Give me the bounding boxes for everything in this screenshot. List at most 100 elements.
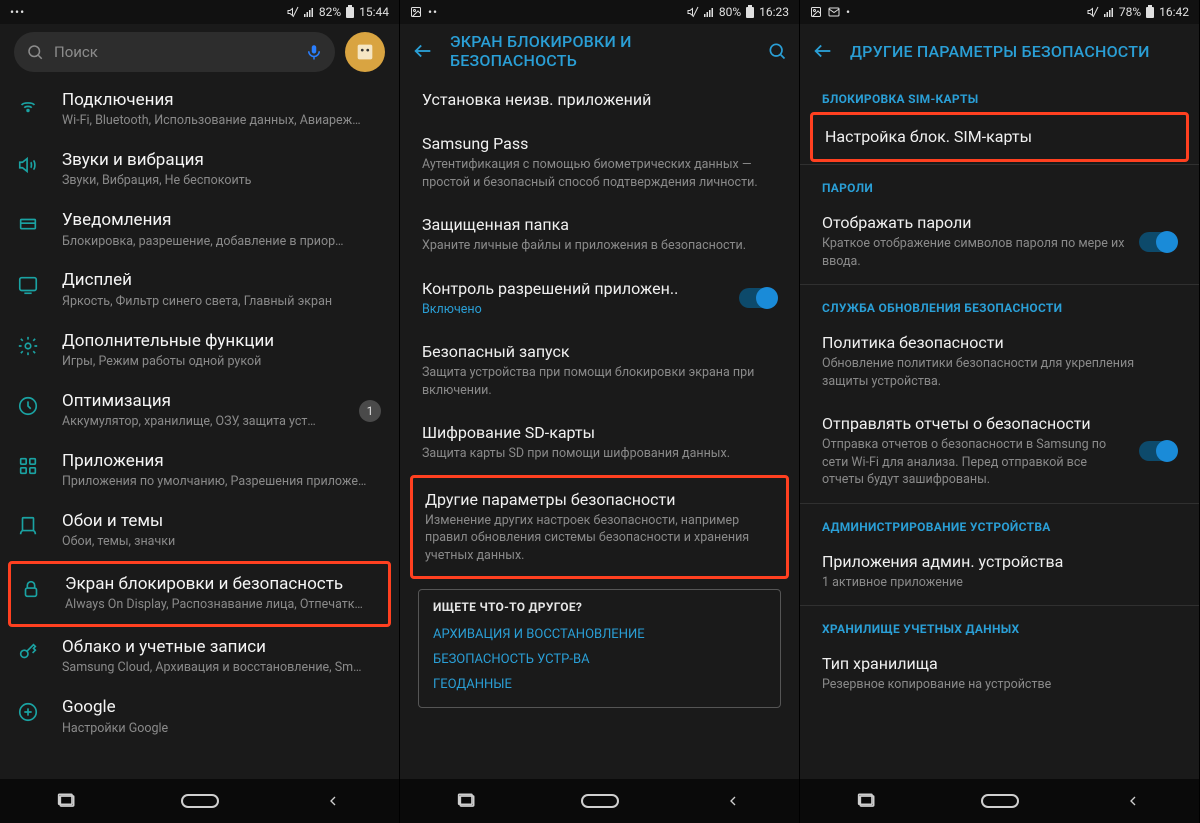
nav-bar — [400, 779, 799, 823]
settings-item[interactable]: Обои и темыОбои, темы, значки — [0, 501, 399, 561]
home-button[interactable] — [970, 793, 1030, 809]
setting-title: Отправлять отчеты о безопасности — [822, 414, 1125, 434]
status-bar: • 78% 16:42 — [800, 0, 1199, 24]
back-button[interactable] — [1103, 793, 1163, 809]
setting-item[interactable]: Установка неизв. приложений — [400, 78, 799, 122]
toggle-switch[interactable] — [1139, 441, 1177, 461]
setting-title: Безопасный запуск — [422, 342, 777, 362]
settings-item[interactable]: Приложения Приложения по умолчанию, Разре… — [0, 441, 399, 501]
item-title: Приложения — [62, 451, 381, 472]
setting-item[interactable]: Тип хранилищаРезервное копирование на ус… — [800, 642, 1199, 706]
setting-title: Другие параметры безопасности — [425, 490, 774, 510]
app-bar: ДРУГИЕ ПАРАМЕТРЫ БЕЗОПАСНОСТИ — [800, 24, 1199, 78]
item-subtitle: Настройки Google — [62, 721, 381, 738]
setting-item[interactable]: Настройка блок. SIM-карты — [813, 115, 1186, 159]
search-row: Поиск — [0, 24, 399, 80]
toggle-switch[interactable] — [739, 288, 777, 308]
setting-item[interactable]: Другие параметры безопасностиИзменение д… — [413, 478, 786, 577]
back-button[interactable] — [303, 793, 363, 809]
phone-screen-2: •• 80% 16:23 ЭКРАН БЛОКИРОВКИ И БЕЗОПАСН… — [400, 0, 800, 823]
settings-item[interactable]: ПодключенияWi-Fi, Bluetooth, Использован… — [0, 80, 399, 140]
item-title: Google — [62, 697, 381, 718]
section-header: ПАРОЛИ — [800, 167, 1199, 201]
setting-item[interactable]: Отправлять отчеты о безопасностиОтправка… — [800, 402, 1199, 501]
setting-item[interactable]: Приложения админ. устройства1 активное п… — [800, 540, 1199, 604]
battery-icon — [745, 5, 755, 19]
settings-item[interactable]: Уведомления Блокировка, разрешение, добав… — [0, 200, 399, 260]
setting-title: Samsung Pass — [422, 134, 777, 154]
settings-item[interactable]: Облако и учетные записиSamsung Cloud, Ар… — [0, 627, 399, 687]
item-subtitle: Яркость, Фильтр синего света, Главный эк… — [62, 294, 381, 311]
setting-title: Установка неизв. приложений — [422, 90, 777, 110]
setting-subtitle: Аутентификация с помощью биометрических … — [422, 156, 777, 191]
category-icon — [16, 154, 40, 176]
battery-percent: 82% — [319, 5, 341, 19]
setting-item[interactable]: Защищенная папкаХраните личные файлы и п… — [400, 203, 799, 267]
recents-button[interactable] — [37, 791, 97, 811]
setting-item[interactable]: Samsung PassАутентификация с помощью био… — [400, 122, 799, 203]
category-icon — [16, 701, 40, 723]
back-icon[interactable] — [412, 40, 434, 62]
home-button[interactable] — [170, 793, 230, 809]
settings-item[interactable]: Google Настройки Google — [0, 687, 399, 747]
settings-item[interactable]: Дополнительные функцииИгры, Режим работы… — [0, 321, 399, 381]
mute-icon — [287, 6, 299, 18]
category-icon — [19, 578, 43, 600]
back-button[interactable] — [703, 793, 763, 809]
notification-dots-icon: ••• — [10, 5, 25, 19]
clock: 15:44 — [359, 5, 389, 19]
notification-dots-icon: •• — [428, 5, 438, 19]
toggle-switch[interactable] — [1139, 232, 1177, 252]
settings-item[interactable]: ОптимизацияАккумулятор, хранилище, ОЗУ, … — [0, 381, 399, 441]
category-icon — [16, 335, 40, 357]
setting-subtitle: Изменение других настроек безопасности, … — [425, 512, 774, 565]
item-subtitle: Приложения по умолчанию, Разрешения прил… — [62, 474, 381, 491]
setting-subtitle: Резервное копирование на устройстве — [822, 676, 1177, 694]
search-icon[interactable] — [767, 41, 787, 61]
status-bar: •• 80% 16:23 — [400, 0, 799, 24]
setting-item[interactable]: Отображать паролиКраткое отображение сим… — [800, 201, 1199, 282]
settings-item[interactable]: Звуки и вибрация Звуки, Вибрация, Не бесп… — [0, 140, 399, 200]
category-icon — [16, 214, 40, 236]
nav-bar — [800, 779, 1199, 823]
setting-item[interactable]: Шифрование SD-картыЗащита карты SD при п… — [400, 411, 799, 475]
item-subtitle: Звуки, Вибрация, Не беспокоить — [62, 173, 381, 190]
recents-button[interactable] — [437, 791, 497, 811]
search-input[interactable]: Поиск — [14, 32, 335, 72]
item-title: Обои и темы — [62, 511, 381, 532]
avatar[interactable] — [345, 32, 385, 72]
clock: 16:23 — [759, 5, 789, 19]
battery-icon — [1145, 5, 1155, 19]
section-header: БЛОКИРОВКА SIM-КАРТЫ — [800, 78, 1199, 112]
mic-icon[interactable] — [305, 43, 323, 61]
category-icon — [16, 395, 40, 417]
search-icon — [26, 43, 44, 61]
settings-item[interactable]: Дисплей Яркость, Фильтр синего света, Гла… — [0, 260, 399, 320]
home-button[interactable] — [570, 793, 630, 809]
item-title: Облако и учетные записи — [62, 637, 381, 658]
recents-button[interactable] — [837, 791, 897, 811]
setting-item[interactable]: Безопасный запускЗащита устройства при п… — [400, 330, 799, 411]
setting-subtitle: 1 активное приложение — [822, 574, 1177, 592]
signal-icon — [1103, 6, 1115, 18]
setting-title: Контроль разрешений приложен.. — [422, 279, 725, 299]
setting-subtitle: Включено — [422, 301, 725, 319]
item-title: Уведомления — [62, 210, 381, 231]
item-title: Дисплей — [62, 270, 381, 291]
badge: 1 — [359, 400, 381, 422]
other-link[interactable]: АРХИВАЦИЯ И ВОССТАНОВЛЕНИЕ — [433, 622, 766, 647]
item-title: Оптимизация — [62, 391, 337, 412]
setting-item[interactable]: Политика безопасностиОбновление политики… — [800, 321, 1199, 402]
mute-icon — [687, 6, 699, 18]
setting-subtitle: Храните личные файлы и приложения в безо… — [422, 237, 777, 255]
page-title: ЭКРАН БЛОКИРОВКИ И БЕЗОПАСНОСТЬ — [450, 32, 751, 70]
other-link[interactable]: ГЕОДАННЫЕ — [433, 672, 766, 697]
setting-item[interactable]: Контроль разрешений приложен.. Включено — [400, 267, 799, 331]
other-link[interactable]: БЕЗОПАСНОСТЬ УСТР-ВА — [433, 647, 766, 672]
back-icon[interactable] — [812, 40, 834, 62]
item-title: Звуки и вибрация — [62, 150, 381, 171]
category-icon — [16, 455, 40, 477]
item-subtitle: Блокировка, разрешение, добавление в при… — [62, 234, 381, 251]
settings-item[interactable]: Экран блокировки и безопасностьAlways On… — [11, 564, 388, 624]
app-bar: ЭКРАН БЛОКИРОВКИ И БЕЗОПАСНОСТЬ — [400, 24, 799, 78]
